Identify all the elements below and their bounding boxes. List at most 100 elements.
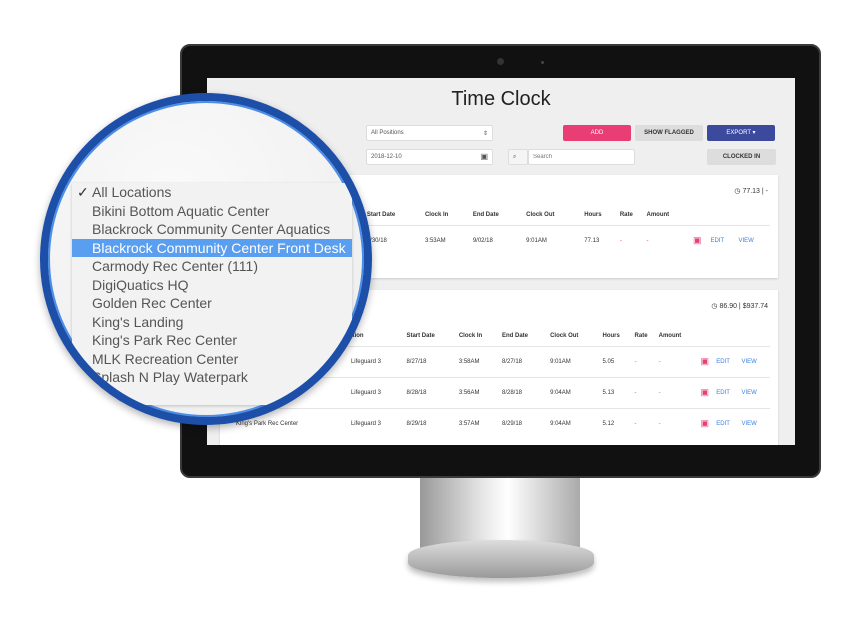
position-cell: Lifeguard 3 xyxy=(350,345,407,377)
amount-cell: - xyxy=(658,345,701,377)
view-link[interactable]: VIEW xyxy=(738,224,770,256)
sensor-dot xyxy=(541,61,544,64)
column-header: End Date xyxy=(502,332,529,339)
calendar-icon[interactable]: ▣ xyxy=(700,376,717,408)
clocked-in-button[interactable]: CLOCKED IN xyxy=(707,149,776,165)
option-label: Golden Rec Center xyxy=(92,295,212,311)
date-input[interactable]: 2018-12-10 ▣ xyxy=(366,149,493,165)
option-label: All Locations xyxy=(92,184,172,200)
rate-cell: - xyxy=(619,224,647,256)
in-cell: 3:56AM xyxy=(458,376,502,408)
view-link[interactable]: VIEW xyxy=(741,376,770,408)
start-cell: 8/29/18 xyxy=(406,407,459,439)
table-row: 38/30/183:53AM9/02/189:01AM77.13--▣EDITV… xyxy=(360,224,770,256)
start-cell: 8/30/18 xyxy=(366,224,425,256)
end-cell: 9/02/18 xyxy=(472,224,527,256)
hours-cell: 5.05 xyxy=(602,345,635,377)
option-label: Blackrock Community Center Aquatics xyxy=(92,221,331,237)
in-cell: 3:53AM xyxy=(424,224,473,256)
column-header-action xyxy=(693,205,710,225)
position-select[interactable]: All Positions ⇕ xyxy=(366,125,493,141)
location-option[interactable]: Golden Rec Center xyxy=(72,294,352,313)
column-header: Rate xyxy=(619,211,633,218)
location-option[interactable]: King's Landing xyxy=(72,313,352,332)
column-header-action xyxy=(742,326,770,346)
location-option[interactable]: Blackrock Community Center Front Desk xyxy=(72,238,352,257)
amount-cell: - xyxy=(658,376,701,408)
column-header: Amount xyxy=(658,332,682,339)
column-header-position: ition xyxy=(350,332,364,339)
hours-cell: 5.13 xyxy=(602,376,635,408)
table-header: Start Date Clock In End Date Clock Out Hours… xyxy=(360,205,770,225)
out-cell: 9:01AM xyxy=(550,345,603,377)
card1-summary: ◷ 77.13 | - xyxy=(734,187,768,195)
column-header-action xyxy=(701,326,717,346)
location-option[interactable]: Blackrock Community Center Aquatics xyxy=(72,220,352,239)
show-flagged-button[interactable]: SHOW FLAGGED xyxy=(635,125,703,141)
location-dropdown[interactable]: ✓ All Locations Bikini Bottom Aquatic Cent… xyxy=(72,183,352,405)
in-cell: 3:58AM xyxy=(458,345,502,377)
start-cell: 8/27/18 xyxy=(406,345,459,377)
summary-text: 77.13 | - xyxy=(742,188,768,195)
in-cell: 3:57AM xyxy=(458,407,502,439)
location-option[interactable]: King's Park Rec Center xyxy=(72,331,352,350)
column-header: End Date xyxy=(472,211,499,218)
option-label: Park xyxy=(92,387,121,404)
summary-text: 86.90 | $937.74 xyxy=(719,303,768,310)
clock-icon: ◷ xyxy=(711,303,718,310)
position-value: All Positions xyxy=(371,130,404,136)
date-value: 2018-12-10 xyxy=(371,154,402,160)
column-header: Clock Out xyxy=(526,211,555,218)
edit-link[interactable]: EDIT xyxy=(716,376,742,408)
check-icon: ✓ xyxy=(77,184,89,200)
out-cell: 9:04AM xyxy=(550,407,603,439)
position-cell: Lifeguard 3 xyxy=(350,376,407,408)
calendar-icon[interactable]: ▣ xyxy=(693,224,711,256)
calendar-icon[interactable]: ▣ xyxy=(700,345,717,377)
option-label: Splash N Play Waterpark xyxy=(92,369,248,385)
search-input[interactable] xyxy=(528,149,635,165)
out-cell: 9:01AM xyxy=(526,224,585,256)
column-header: Start Date xyxy=(406,332,435,339)
location-option[interactable]: Park xyxy=(72,387,352,406)
export-button[interactable]: EXPORT ▾ xyxy=(707,125,775,141)
select-arrows-icon: ⇕ xyxy=(482,131,488,137)
clock-icon: ◷ xyxy=(734,188,741,195)
calendar-icon[interactable]: ▣ xyxy=(700,407,717,439)
column-header-action xyxy=(738,205,770,225)
column-header: Rate xyxy=(634,332,648,339)
column-header: Hours xyxy=(584,211,602,218)
location-option[interactable]: MLK Recreation Center xyxy=(72,350,352,369)
column-header: Amount xyxy=(646,211,670,218)
add-button[interactable]: ADD xyxy=(563,125,631,141)
rate-cell: - xyxy=(634,376,659,408)
location-option[interactable]: Splash N Play Waterpark xyxy=(72,368,352,387)
location-option[interactable]: Carmody Rec Center (111) xyxy=(72,257,352,276)
column-header-action xyxy=(710,205,738,225)
rate-cell: - xyxy=(634,345,659,377)
location-option[interactable]: ✓ All Locations xyxy=(72,183,352,202)
option-label: Carmody Rec Center (111) xyxy=(92,258,258,274)
option-label: Blackrock Community Center Front Desk xyxy=(92,239,346,256)
column-header: Hours xyxy=(602,332,620,339)
calendar-icon[interactable]: ▣ xyxy=(480,152,488,161)
amount-cell: - xyxy=(658,407,701,439)
monitor-base xyxy=(408,540,594,578)
view-link[interactable]: VIEW xyxy=(741,407,770,439)
column-header: Clock In xyxy=(424,211,449,218)
column-header: Clock Out xyxy=(550,332,579,339)
view-link[interactable]: VIEW xyxy=(741,345,770,377)
edit-link[interactable]: EDIT xyxy=(710,224,739,256)
location-option[interactable]: DigiQuatics HQ xyxy=(72,276,352,295)
option-label: King's Landing xyxy=(92,313,184,330)
start-cell: 8/28/18 xyxy=(406,376,459,408)
column-header: Clock In xyxy=(458,332,483,339)
edit-link[interactable]: EDIT xyxy=(716,407,742,439)
end-cell: 8/27/18 xyxy=(502,345,551,377)
page-title: Time Clock xyxy=(451,88,551,110)
table-row: King's Park Rec Center Lifeguard 3 8/29/18… xyxy=(236,407,770,439)
edit-link[interactable]: EDIT xyxy=(716,345,742,377)
end-cell: 8/28/18 xyxy=(502,376,551,408)
location-option[interactable]: Bikini Bottom Aquatic Center xyxy=(72,202,352,221)
amount-cell: - xyxy=(646,224,693,256)
